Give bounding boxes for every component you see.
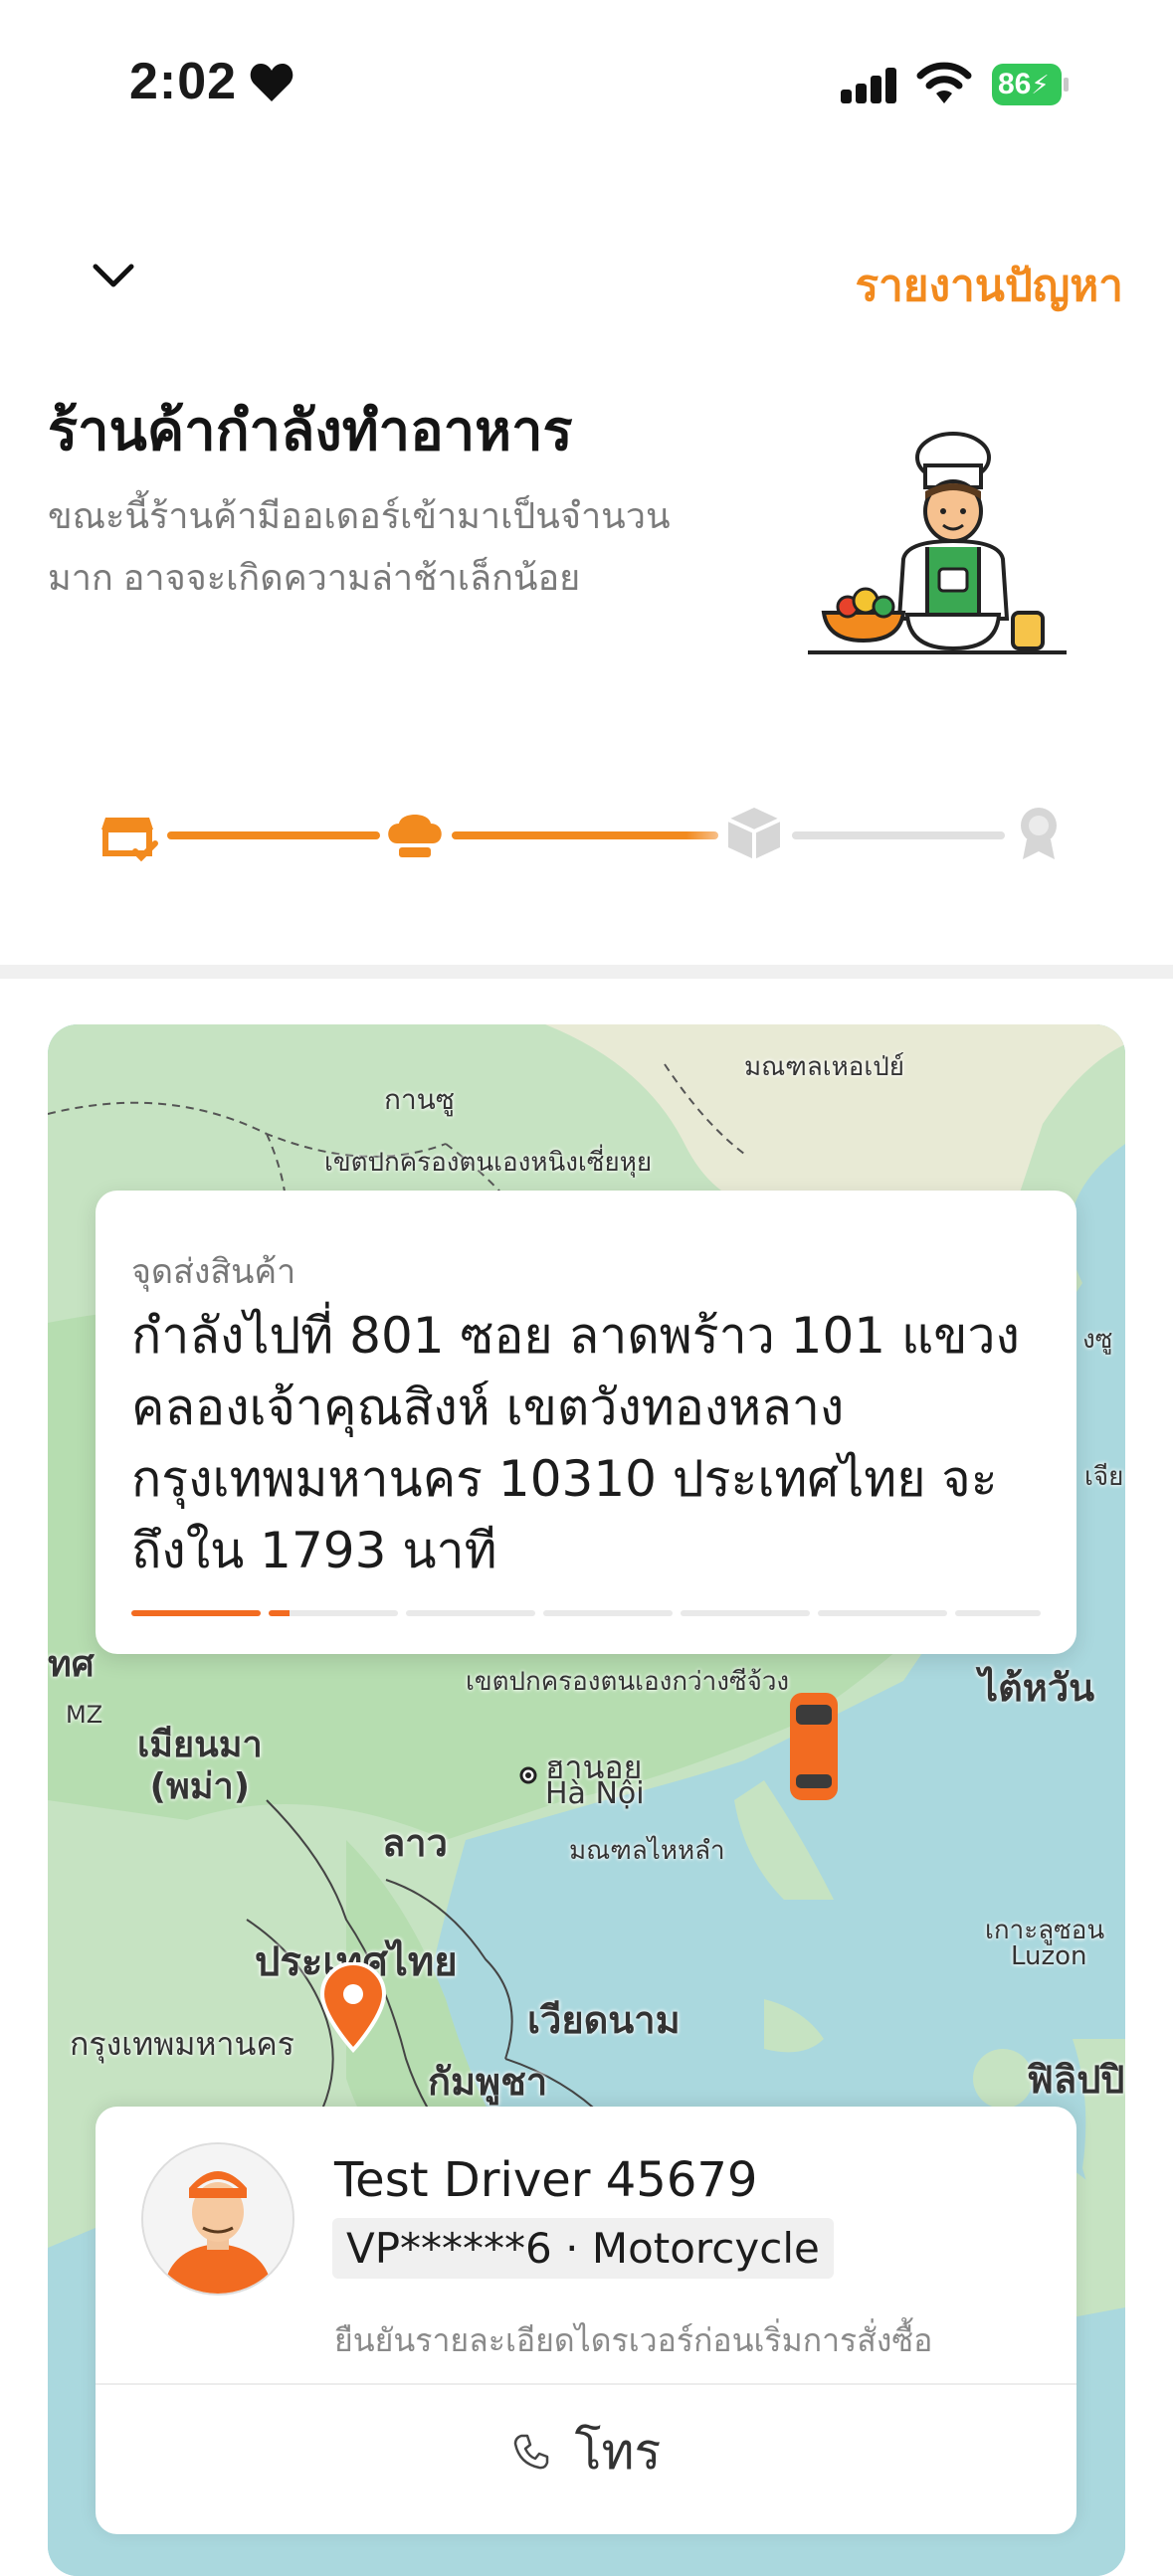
driver-card: Test Driver 45679 VP******6 · Motorcycle… — [96, 2107, 1076, 2534]
award-badge-icon — [1021, 808, 1057, 859]
section-divider — [0, 965, 1173, 979]
map-label-ningxia: เขตปกครองตนเองหนิงเซี่ยหุย — [324, 1148, 653, 1178]
vehicle-plate-badge: VP******6 · Motorcycle — [332, 2218, 834, 2279]
chef-hat-icon — [388, 815, 442, 857]
map-label-vietnam: เวียดนาม — [527, 1998, 681, 2042]
store-check-icon — [101, 818, 158, 862]
destination-card: จุดส่งสินค้า กำลังไปที่ 801 ซอย ลาดพร้าว… — [96, 1191, 1076, 1654]
page-subtitle: ขณะนี้ร้านค้ามีออเดอร์เข้ามาเป็นจำนวนมาก… — [48, 495, 671, 598]
destination-label: จุดส่งสินค้า — [131, 1253, 296, 1291]
map-label-edge-right-1: งซู — [1082, 1325, 1113, 1355]
package-icon — [727, 808, 781, 859]
destination-pin-icon[interactable] — [318, 1962, 388, 2054]
destination-text: กำลังไปที่ 801 ซอย ลาดพร้าว 101 แขวง คลอ… — [131, 1307, 1020, 1579]
eta-progress-segment — [269, 1610, 398, 1616]
battery-level: 86 — [998, 68, 1032, 100]
cellular-signal-icon — [841, 66, 896, 103]
map-label-edge-right-2: เจีย — [1084, 1462, 1124, 1492]
eta-progress-segment — [818, 1610, 947, 1616]
eta-progress-segment — [131, 1610, 261, 1616]
call-driver-button[interactable]: โทร — [96, 2387, 1076, 2516]
map-label-province: มณฑลเหอเป่ย์ — [744, 1052, 905, 1082]
map-label-guangxi: เขตปกครองตนเองกว่างซีจ้วง — [466, 1667, 790, 1697]
call-button-label: โทร — [574, 2423, 662, 2480]
map-label-edge-left-1: ทศ — [48, 1644, 95, 1685]
progress-line-3 — [792, 831, 1005, 839]
map-label-taiwan: ไต้หวัน — [979, 1666, 1095, 1710]
map-label-hainan: มณฑลไหหลำ — [569, 1836, 725, 1866]
eta-progress-segment — [406, 1610, 535, 1616]
report-problem-link[interactable]: รายงานปัญหา — [855, 251, 1123, 320]
city-marker-icon — [519, 1766, 537, 1784]
driver-name: Test Driver 45679 — [334, 2152, 758, 2208]
page-title: ร้านค้ากำลังทำอาหาร — [48, 399, 573, 461]
driver-verify-note: ยืนยันรายละเอียดไดรเวอร์ก่อนเริ่มการสั่ง… — [334, 2322, 933, 2358]
map-label-bangkok: กรุงเทพมหานคร — [70, 2025, 294, 2063]
eta-progress-segment — [955, 1610, 1041, 1616]
driver-avatar-image — [143, 2144, 293, 2294]
phone-icon — [513, 2434, 548, 2470]
driver-vehicle-icon — [790, 1693, 838, 1800]
map-label-hanoi-vi: Hà Nội — [545, 1776, 645, 1811]
progress-line-1 — [167, 831, 380, 839]
eta-progress-segment — [681, 1610, 810, 1616]
map-label-edge-left-2: MZ — [66, 1701, 103, 1729]
map-label-philippines: ฟิลิปปิ — [1027, 2058, 1125, 2102]
map-label-gansu: กานซู — [384, 1083, 455, 1116]
progress-line-2 — [452, 831, 718, 839]
chevron-down-icon[interactable] — [88, 251, 139, 302]
heart-icon — [250, 64, 293, 101]
wifi-icon — [916, 62, 972, 103]
chef-cooking-illustration — [808, 432, 1067, 654]
map-label-luzon-en: Luzon — [1011, 1941, 1087, 1971]
eta-progress-segment — [543, 1610, 673, 1616]
driver-avatar — [141, 2142, 294, 2296]
battery-indicator: 86⚡ — [992, 64, 1070, 105]
map-label-myanmar: เมียนมา (พม่า) — [137, 1725, 263, 1807]
map-label-cambodia: กัมพูชา — [428, 2060, 548, 2104]
map-label-laos: ลาว — [382, 1821, 448, 1865]
status-time: 2:02 — [129, 53, 238, 110]
card-divider — [96, 2383, 1076, 2385]
